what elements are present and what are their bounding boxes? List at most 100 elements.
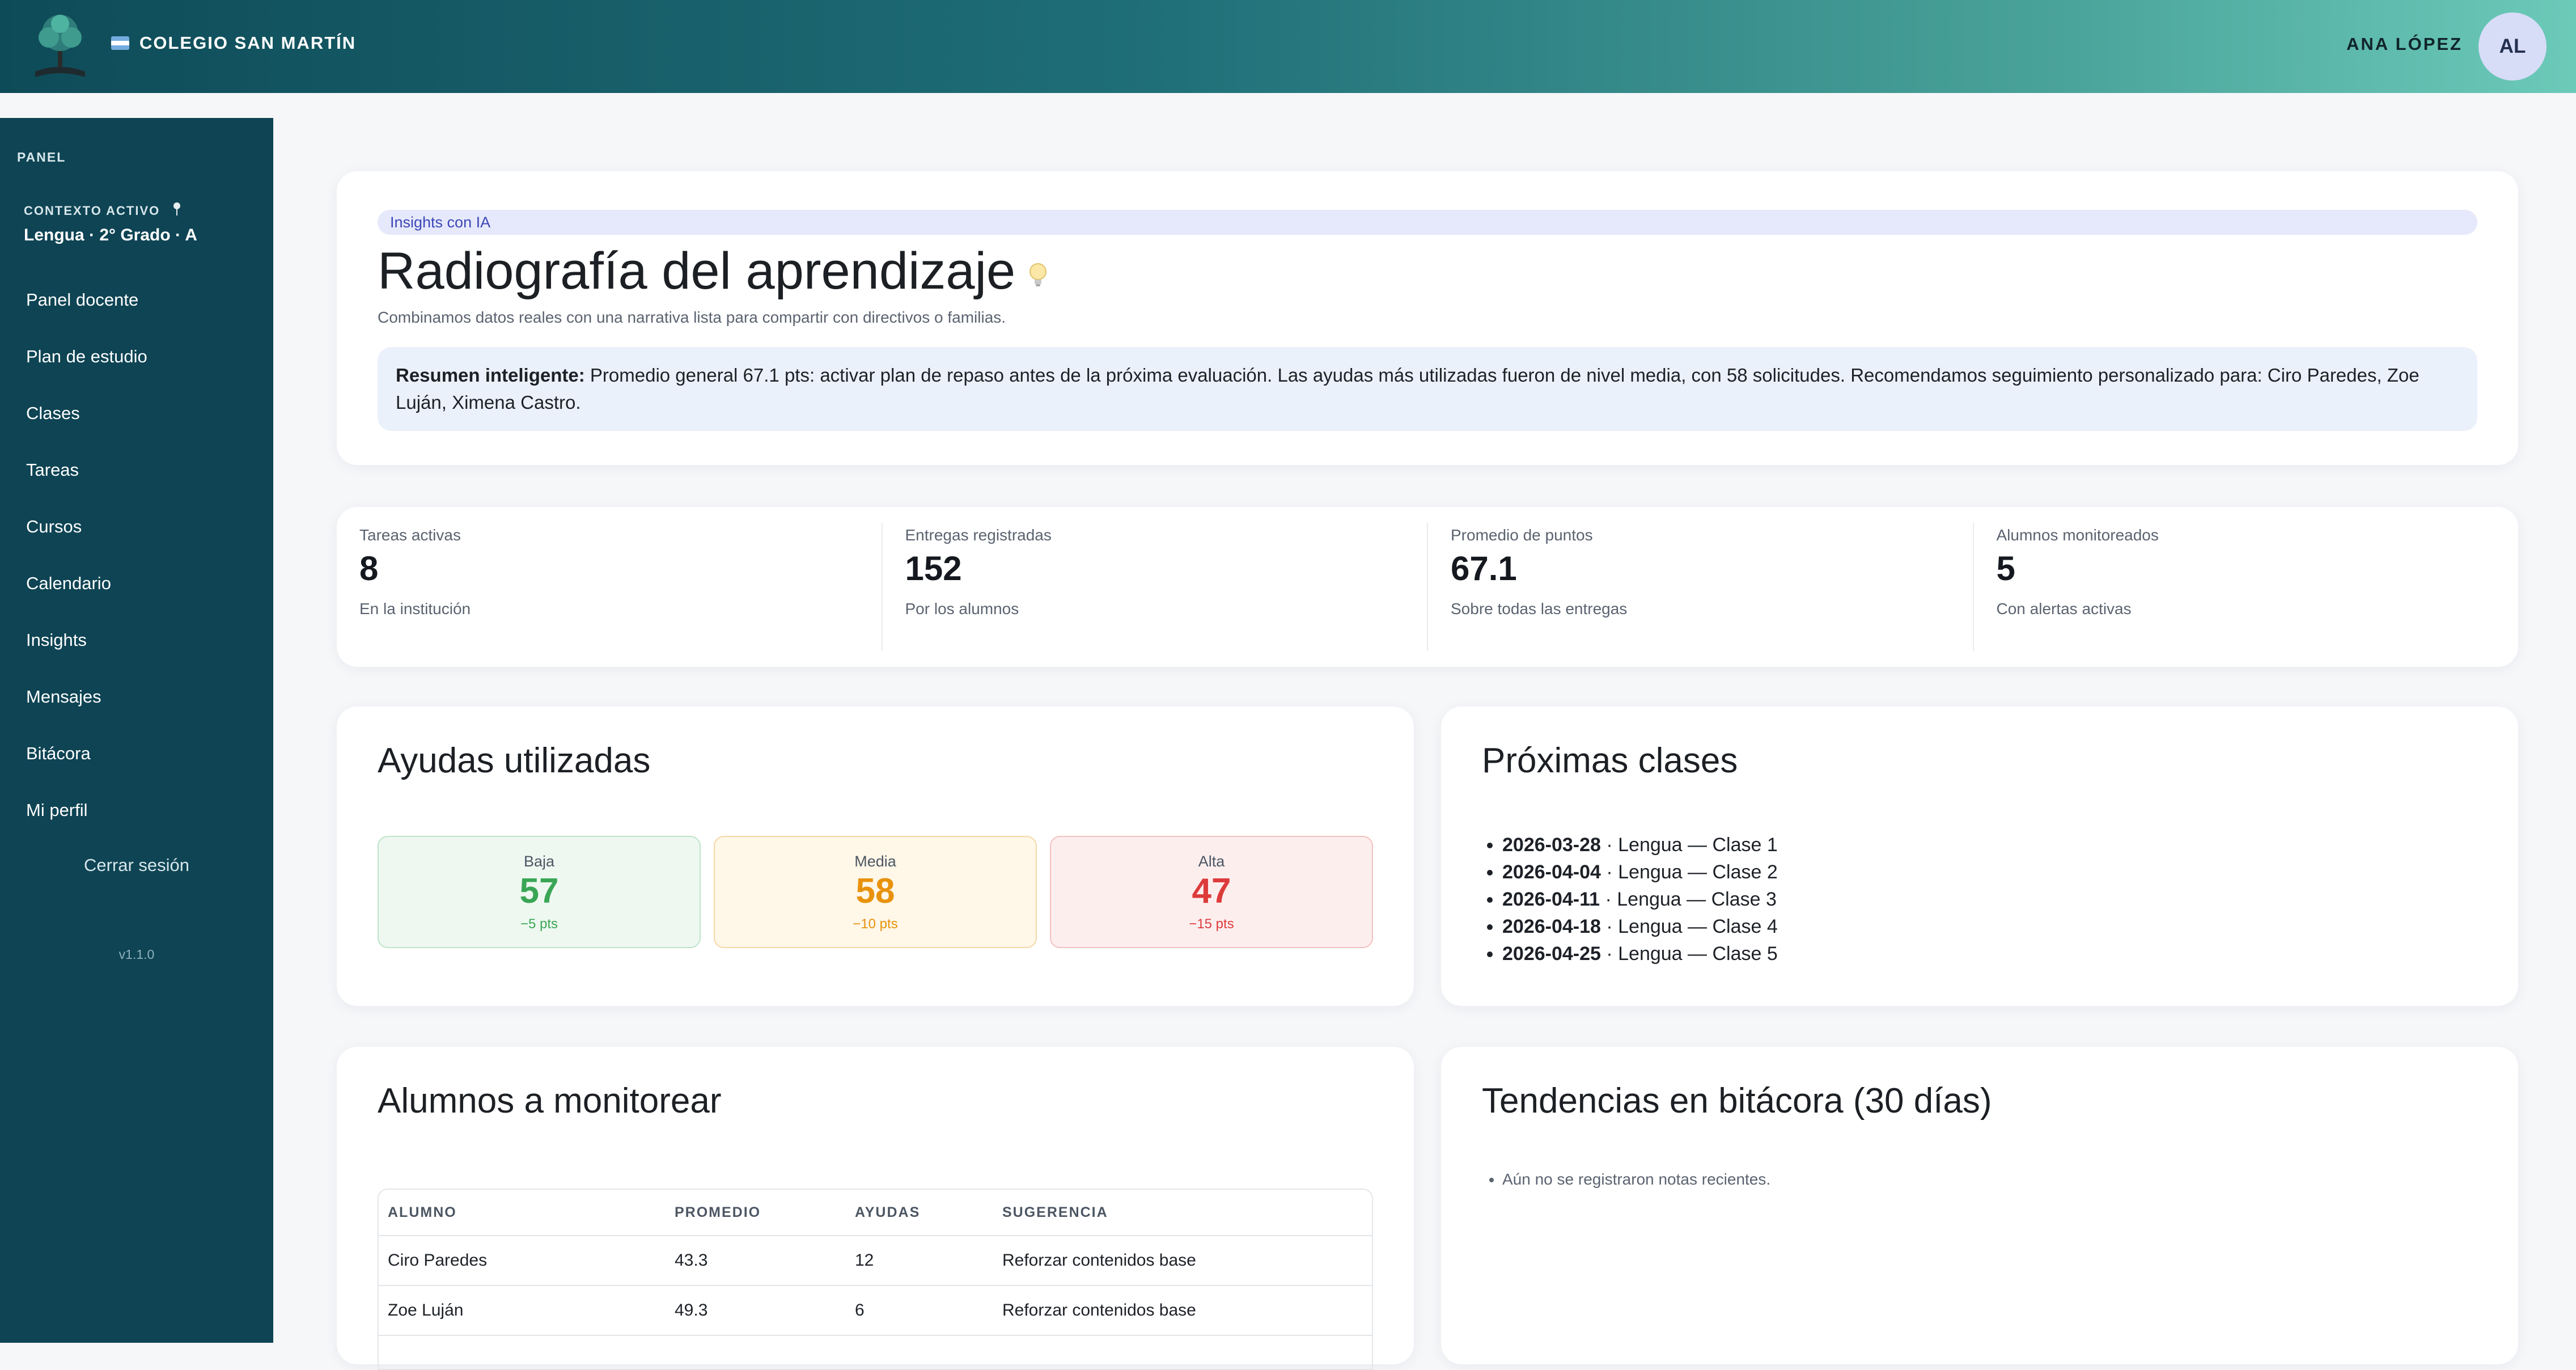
page-subtitle: Combinamos datos reales con una narrativ… — [378, 308, 1006, 326]
top-bar: COLEGIO SAN MARTÍN ANA LÓPEZ AL — [0, 0, 2576, 93]
list-item: 2026-04-18 · Lengua — Clase 4 — [1502, 913, 1778, 940]
ai-insights-badge: Insights con IA — [378, 210, 2477, 235]
class-text: · Lengua — Clase 5 — [1600, 943, 1778, 965]
stat-foot: Con alertas activas — [1996, 600, 2132, 618]
sidebar-item-mensajes[interactable]: Mensajes — [0, 683, 273, 739]
sidebar-item-bitacora[interactable]: Bitácora — [0, 739, 273, 796]
sidebar-item-calendario[interactable]: Calendario — [0, 569, 273, 626]
sidebar-item-clases[interactable]: Clases — [0, 399, 273, 456]
stat-label: Promedio de puntos — [1451, 526, 1593, 544]
sidebar-item-cursos[interactable]: Cursos — [0, 513, 273, 569]
class-text: · Lengua — Clase 4 — [1600, 916, 1778, 937]
pin-icon[interactable] — [172, 202, 181, 220]
aids-title: Ayudas utilizadas — [378, 741, 651, 780]
stat-foot: Sobre todas las entregas — [1451, 600, 1628, 618]
smart-summary: Resumen inteligente: Promedio general 67… — [378, 347, 2477, 431]
upcoming-title: Próximas clases — [1482, 741, 1738, 780]
cell-suggestion: Reforzar contenidos base — [993, 1286, 1372, 1336]
aid-value: 57 — [519, 872, 559, 911]
list-item: 2026-04-04 · Lengua — Clase 2 — [1502, 859, 1778, 886]
sidebar-item-tareas[interactable]: Tareas — [0, 456, 273, 513]
class-text: · Lengua — Clase 3 — [1600, 889, 1777, 910]
table-header-row: ALUMNO PROMEDIO AYUDAS SUGERENCIA — [379, 1190, 1372, 1236]
class-date: 2026-04-04 — [1502, 861, 1601, 883]
cell-suggestion: Reforzar contenidos base — [993, 1236, 1372, 1286]
stat-active-tasks: Tareas activas 8 En la institución — [337, 523, 883, 651]
app-version: v1.1.0 — [118, 947, 155, 962]
upcoming-list: 2026-03-28 · Lengua — Clase 1 2026-04-04… — [1482, 831, 1778, 967]
stats-card: Tareas activas 8 En la institución Entre… — [337, 507, 2518, 667]
aid-label: Alta — [1198, 853, 1225, 870]
trends-list: Aún no se registraron notas recientes. — [1482, 1170, 1770, 1189]
school-logo-icon[interactable] — [27, 10, 93, 83]
stat-average-points: Promedio de puntos 67.1 Sobre todas las … — [1428, 523, 1974, 651]
monitor-title: Alumnos a monitorear — [378, 1081, 722, 1120]
context-label: CONTEXTO ACTIVO — [24, 202, 181, 220]
cell-average: 49.3 — [666, 1286, 846, 1336]
list-item: 2026-03-28 · Lengua — Clase 1 — [1502, 831, 1778, 859]
page-title: Radiografía del aprendizaje — [378, 242, 1048, 301]
cell-aids: 12 — [846, 1236, 993, 1286]
class-date: 2026-03-28 — [1502, 834, 1601, 856]
class-date: 2026-04-18 — [1502, 916, 1601, 937]
table-row[interactable]: Zoe Luján 49.3 6 Reforzar contenidos bas… — [379, 1286, 1372, 1336]
upcoming-classes-card: Próximas clases 2026-03-28 · Lengua — Cl… — [1441, 707, 2518, 1006]
cell-suggestion — [993, 1335, 1372, 1369]
logout-button[interactable]: Cerrar sesión — [0, 855, 273, 876]
context-label-text: CONTEXTO ACTIVO — [24, 204, 160, 218]
sidebar: PANEL CONTEXTO ACTIVO Lengua · 2° Grado … — [0, 118, 273, 1343]
list-item: Aún no se registraron notas recientes. — [1502, 1170, 1770, 1189]
cell-student — [379, 1335, 666, 1369]
list-item: 2026-04-25 · Lengua — Clase 5 — [1502, 940, 1778, 967]
sidebar-item-mi-perfil[interactable]: Mi perfil — [0, 796, 273, 853]
cell-average: 43.3 — [666, 1236, 846, 1286]
school-brand[interactable]: COLEGIO SAN MARTÍN — [111, 33, 356, 53]
aid-points: −15 pts — [1189, 916, 1234, 932]
sidebar-item-panel-docente[interactable]: Panel docente — [0, 286, 273, 342]
cell-aids: 6 — [846, 1286, 993, 1336]
aid-label: Media — [854, 853, 896, 870]
cell-student: Zoe Luján — [379, 1286, 666, 1336]
monitor-table: ALUMNO PROMEDIO AYUDAS SUGERENCIA Ciro P… — [378, 1189, 1373, 1370]
school-name: COLEGIO SAN MARTÍN — [139, 33, 357, 53]
cell-aids — [846, 1335, 993, 1369]
stat-submissions: Entregas registradas 152 Por los alumnos — [883, 523, 1428, 651]
stat-value: 8 — [359, 549, 379, 587]
class-date: 2026-04-11 — [1502, 889, 1600, 910]
trends-title: Tendencias en bitácora (30 días) — [1482, 1081, 1992, 1120]
sidebar-item-insights[interactable]: Insights — [0, 626, 273, 683]
cell-average — [666, 1335, 846, 1369]
lightbulb-icon — [1028, 242, 1048, 301]
class-date: 2026-04-25 — [1502, 943, 1601, 965]
stat-value: 67.1 — [1451, 549, 1517, 587]
list-item: 2026-04-11 · Lengua — Clase 3 — [1502, 886, 1778, 913]
aid-level-high: Alta 47 −15 pts — [1050, 836, 1373, 948]
column-header: PROMEDIO — [666, 1190, 846, 1236]
aid-value: 58 — [855, 872, 895, 911]
table-row[interactable] — [379, 1335, 1372, 1369]
user-name: ANA LÓPEZ — [2346, 34, 2463, 54]
sidebar-nav: Panel docente Plan de estudio Clases Tar… — [0, 286, 273, 853]
table-row[interactable]: Ciro Paredes 43.3 12 Reforzar contenidos… — [379, 1236, 1372, 1286]
stat-label: Entregas registradas — [905, 526, 1052, 544]
stat-foot: Por los alumnos — [905, 600, 1019, 618]
stat-label: Tareas activas — [359, 526, 461, 544]
stat-value: 152 — [905, 549, 962, 587]
aid-points: −10 pts — [853, 916, 898, 932]
aid-level-low: Baja 57 −5 pts — [378, 836, 701, 948]
aid-points: −5 pts — [520, 916, 558, 932]
column-header: ALUMNO — [379, 1190, 666, 1236]
aid-level-medium: Media 58 −10 pts — [714, 836, 1037, 948]
insights-hero-card: Insights con IA Radiografía del aprendiz… — [337, 171, 2518, 465]
page-title-text: Radiografía del aprendizaje — [378, 242, 1016, 300]
argentina-flag-icon — [111, 36, 129, 50]
cell-student: Ciro Paredes — [379, 1236, 666, 1286]
stat-monitored-students: Alumnos monitoreados 5 Con alertas activ… — [1974, 523, 2519, 651]
sidebar-item-plan-de-estudio[interactable]: Plan de estudio — [0, 342, 273, 399]
smart-summary-text: Promedio general 67.1 pts: activar plan … — [396, 365, 2420, 413]
logbook-trends-card: Tendencias en bitácora (30 días) Aún no … — [1441, 1047, 2518, 1364]
class-text: · Lengua — Clase 2 — [1600, 861, 1778, 883]
avatar[interactable]: AL — [2478, 12, 2547, 81]
aids-used-card: Ayudas utilizadas Baja 57 −5 pts Media 5… — [337, 707, 1414, 1006]
students-monitor-card: Alumnos a monitorear ALUMNO PROMEDIO AYU… — [337, 1047, 1414, 1370]
